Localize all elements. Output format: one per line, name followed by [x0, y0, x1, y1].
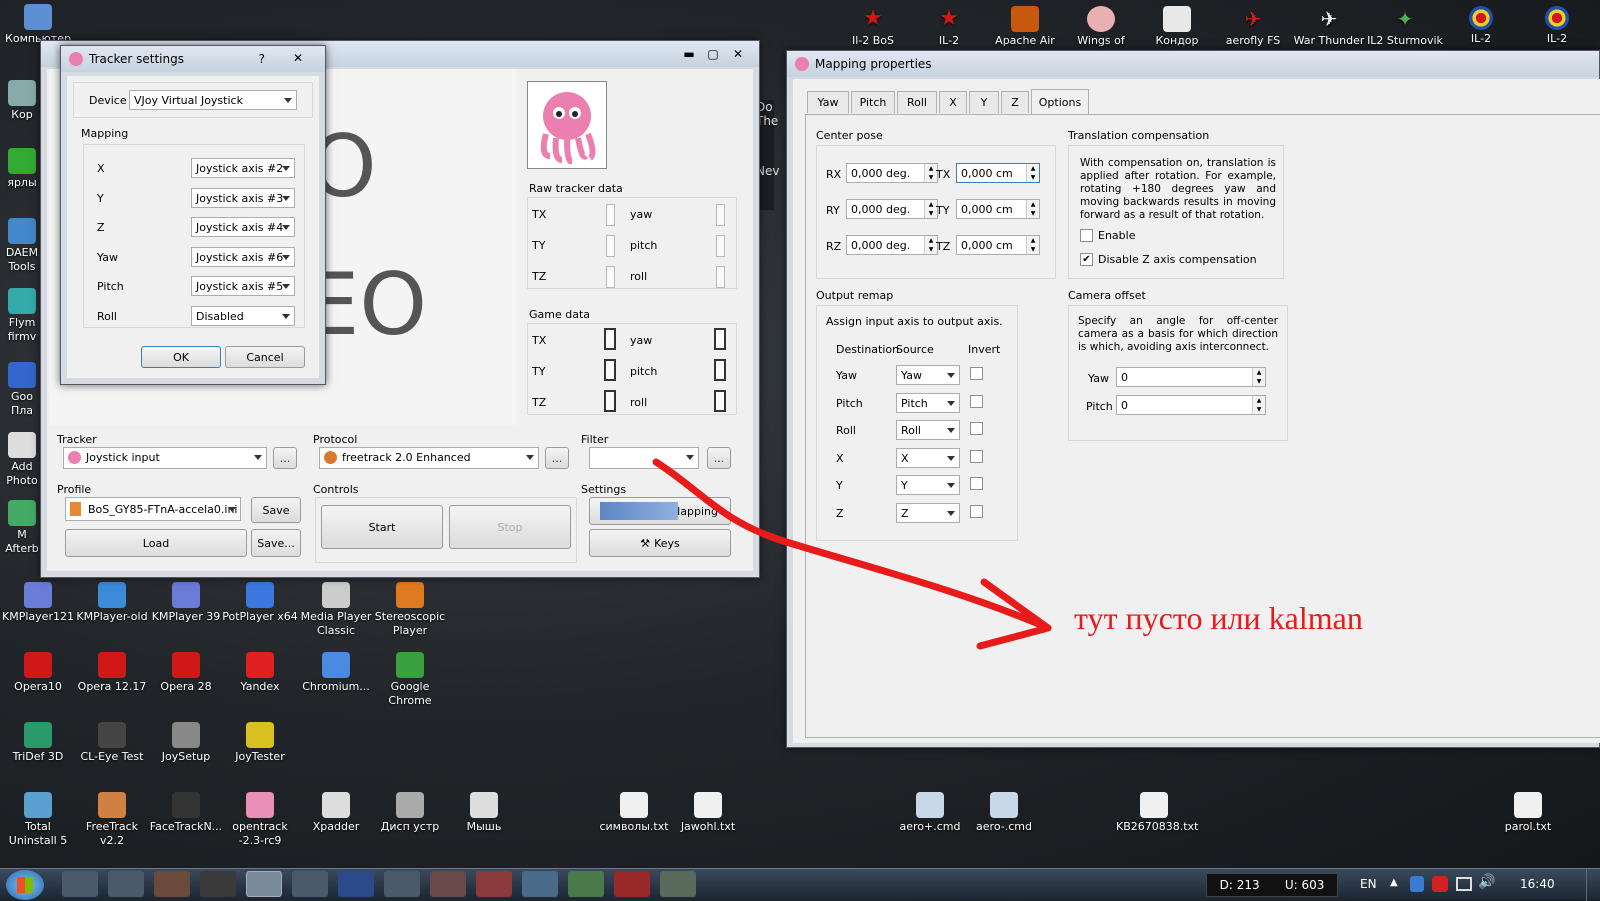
- upload-counter: U: 603: [1284, 878, 1325, 892]
- tray-antivirus-icon[interactable]: [1432, 876, 1448, 892]
- annotation-arrow: [652, 458, 1052, 650]
- taskbar-app-icon[interactable]: [292, 871, 328, 897]
- taskbar-bluetooth-icon[interactable]: [338, 871, 374, 897]
- taskbar-yandex-icon[interactable]: [476, 871, 512, 897]
- taskbar-app-icon[interactable]: [522, 871, 558, 897]
- taskbar-app-icon[interactable]: [108, 871, 144, 897]
- tray-shield-icon[interactable]: [1410, 876, 1424, 892]
- taskbar-app-icon[interactable]: [154, 871, 190, 897]
- taskbar-chrome-icon[interactable]: [568, 871, 604, 897]
- taskbar-opentrack-icon[interactable]: [246, 871, 282, 897]
- start-button[interactable]: [6, 870, 44, 900]
- clock[interactable]: 16:40: [1520, 877, 1555, 891]
- tray-up-icon[interactable]: ▲: [1390, 877, 1398, 888]
- taskbar-app-icon[interactable]: [660, 871, 696, 897]
- taskbar-app-icon[interactable]: [200, 871, 236, 897]
- network-meter: D: 213 U: 603: [1206, 873, 1338, 897]
- language-indicator[interactable]: EN: [1360, 877, 1377, 891]
- taskbar-app-icon[interactable]: [384, 871, 420, 897]
- show-desktop-button[interactable]: [1586, 869, 1600, 901]
- taskbar: D: 213 U: 603 EN ▲ 🔊 16:40: [0, 868, 1600, 901]
- tab-options[interactable]: Options: [1031, 89, 1089, 114]
- annotation-text: тут пусто или kalman: [1074, 600, 1363, 636]
- download-counter: D: 213: [1219, 878, 1260, 892]
- taskbar-opera-icon[interactable]: [614, 871, 650, 897]
- taskbar-app-icon[interactable]: [430, 871, 466, 897]
- tray-network-icon[interactable]: [1456, 877, 1472, 891]
- tray-volume-icon[interactable]: 🔊: [1478, 874, 1495, 890]
- windows-logo-icon: [17, 877, 33, 893]
- taskbar-app-icon[interactable]: [62, 871, 98, 897]
